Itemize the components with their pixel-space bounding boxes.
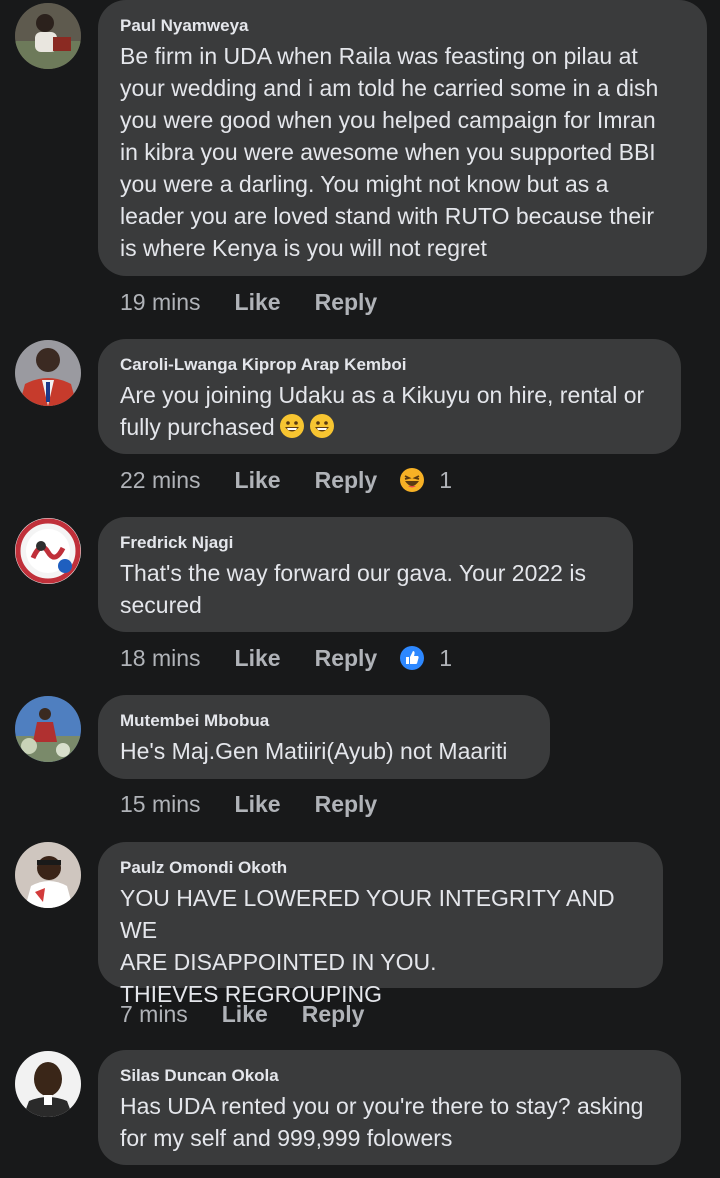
- avatar[interactable]: [15, 3, 81, 69]
- reply-button[interactable]: Reply: [315, 645, 378, 672]
- avatar[interactable]: [15, 340, 81, 406]
- comment-text-content: Are you joining Udaku as a Kikuyu on hir…: [120, 382, 645, 440]
- comment-bubble: Paul Nyamweya Be firm in UDA when Raila …: [98, 0, 707, 276]
- comment-actions: 15 mins Like Reply: [120, 789, 399, 819]
- grinning-face-emoji: [279, 414, 304, 438]
- comment-actions: 18 mins Like Reply 1: [120, 643, 452, 673]
- comment-text: Has UDA rented you or you're there to st…: [120, 1093, 644, 1151]
- comment-text: Are you joining Udaku as a Kikuyu on hir…: [120, 379, 659, 443]
- like-button[interactable]: Like: [235, 467, 281, 494]
- comment-text: He's Maj.Gen Matiiri(Ayub) not Maariti: [120, 738, 508, 764]
- comment-author[interactable]: Caroli-Lwanga Kiprop Arap Kemboi: [120, 355, 659, 375]
- comment-author[interactable]: Paulz Omondi Okoth: [120, 858, 641, 878]
- avatar[interactable]: [15, 1051, 81, 1117]
- avatar[interactable]: [15, 518, 81, 584]
- comment-text: YOU HAVE LOWERED YOUR INTEGRITY AND WE A…: [120, 885, 615, 1007]
- comment-timestamp[interactable]: 19 mins: [120, 289, 201, 316]
- like-button[interactable]: Like: [235, 791, 281, 818]
- reply-button[interactable]: Reply: [315, 289, 378, 316]
- comment-author[interactable]: Fredrick Njagi: [120, 533, 611, 553]
- comment-actions: 19 mins Like Reply: [120, 287, 399, 317]
- grinning-face-emoji: [309, 414, 334, 438]
- comment-author[interactable]: Silas Duncan Okola: [120, 1066, 659, 1086]
- comment-actions: 22 mins Like Reply 1: [120, 465, 452, 495]
- avatar-photo: [15, 1051, 81, 1117]
- like-reaction-icon[interactable]: [399, 645, 425, 671]
- comment-bubble: Silas Duncan Okola Has UDA rented you or…: [98, 1050, 681, 1165]
- comment-author[interactable]: Paul Nyamweya: [120, 16, 685, 36]
- comment-bubble: Fredrick Njagi That's the way forward ou…: [98, 517, 633, 632]
- comment-timestamp[interactable]: 7 mins: [120, 1001, 188, 1028]
- like-button[interactable]: Like: [235, 289, 281, 316]
- comment-author[interactable]: Mutembei Mbobua: [120, 711, 528, 731]
- avatar-photo: [15, 3, 81, 69]
- avatar-photo: [15, 842, 81, 908]
- like-button[interactable]: Like: [222, 1001, 268, 1028]
- comment-actions: 7 mins Like Reply: [120, 999, 386, 1029]
- haha-reaction-icon[interactable]: [399, 467, 425, 493]
- comment-text: That's the way forward our gava. Your 20…: [120, 560, 586, 618]
- reply-button[interactable]: Reply: [315, 791, 378, 818]
- comment-text: Be firm in UDA when Raila was feasting o…: [120, 43, 659, 261]
- comment-timestamp[interactable]: 15 mins: [120, 791, 201, 818]
- reaction-count[interactable]: 1: [439, 467, 452, 494]
- avatar-photo: [15, 518, 81, 584]
- avatar-photo: [15, 340, 81, 406]
- comment-bubble: Caroli-Lwanga Kiprop Arap Kemboi Are you…: [98, 339, 681, 454]
- comment-bubble: Mutembei Mbobua He's Maj.Gen Matiiri(Ayu…: [98, 695, 550, 779]
- reply-button[interactable]: Reply: [315, 467, 378, 494]
- avatar[interactable]: [15, 696, 81, 762]
- avatar[interactable]: [15, 842, 81, 908]
- comment-timestamp[interactable]: 18 mins: [120, 645, 201, 672]
- reply-button[interactable]: Reply: [302, 1001, 365, 1028]
- reaction-count[interactable]: 1: [439, 645, 452, 672]
- comment-timestamp[interactable]: 22 mins: [120, 467, 201, 494]
- comment-bubble: Paulz Omondi Okoth YOU HAVE LOWERED YOUR…: [98, 842, 663, 1007]
- like-button[interactable]: Like: [235, 645, 281, 672]
- avatar-photo: [15, 696, 81, 762]
